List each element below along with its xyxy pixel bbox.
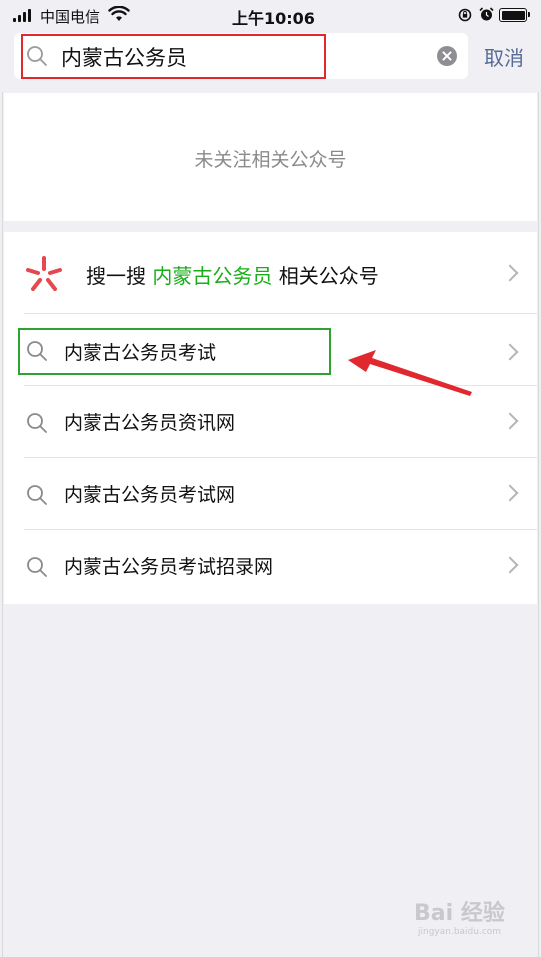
followed-accounts-card: 未关注相关公众号 — [4, 93, 537, 221]
suggestion-label: 内蒙古公务员资讯网 — [64, 412, 236, 434]
suggestion-item[interactable]: 内蒙古公务员资讯网 — [4, 386, 537, 458]
chevron-right-icon — [501, 343, 519, 361]
clear-search-icon[interactable] — [437, 46, 457, 66]
chevron-right-icon — [501, 556, 519, 574]
search-icon — [27, 485, 47, 505]
carrier-name: 中国电信 — [40, 8, 101, 26]
suggestion-label: 内蒙古公务员考试网 — [64, 484, 236, 506]
search-icon — [27, 413, 47, 433]
sousou-suffix: 相关公众号 — [278, 264, 379, 288]
watermark-url-text: jingyan.baidu.com — [418, 927, 502, 937]
sousou-keyword: 内蒙古公务员 — [152, 264, 273, 288]
clock: 上午10:06 — [232, 9, 315, 28]
status-bar: 中国电信 上午10:06 — [0, 0, 541, 30]
chevron-right-icon — [501, 264, 519, 282]
sousou-row[interactable]: 搜一搜 内蒙古公务员 相关公众号 — [4, 232, 537, 314]
sousou-label: 搜一搜 内蒙古公务员 相关公众号 — [86, 260, 379, 289]
suggestion-item[interactable]: 内蒙古公务员考试网 — [4, 458, 537, 530]
search-input[interactable]: 内蒙古公务员 — [14, 33, 468, 79]
search-query-text[interactable]: 内蒙古公务员 — [61, 42, 187, 72]
baidu-jingyan-watermark: Bai 经验 jingyan.baidu.com — [414, 895, 524, 943]
search-suggestions-list: 搜一搜 内蒙古公务员 相关公众号 内蒙古公务员考试 内蒙古公务员资讯网 内蒙古公… — [4, 232, 537, 604]
search-icon — [27, 46, 47, 66]
search-icon — [27, 341, 47, 361]
suggestion-item[interactable]: 内蒙古公务员考试 — [4, 314, 537, 386]
suggestion-label: 内蒙古公务员考试 — [64, 342, 217, 364]
sousou-prefix: 搜一搜 — [86, 264, 146, 288]
watermark-main-text: Bai 经验 — [414, 901, 505, 926]
suggestion-item[interactable]: 内蒙古公务员考试招录网 — [4, 530, 537, 602]
chevron-right-icon — [501, 484, 519, 502]
rotation-lock-icon — [458, 8, 472, 22]
suggestion-label: 内蒙古公务员考试招录网 — [64, 556, 274, 578]
no-followed-accounts-message: 未关注相关公众号 — [194, 149, 347, 171]
wifi-icon — [108, 6, 130, 21]
chevron-right-icon — [501, 412, 519, 430]
signal-strength-icon — [13, 9, 35, 22]
search-header: 内蒙古公务员 取消 — [0, 30, 541, 92]
search-icon — [27, 557, 47, 577]
alarm-icon — [479, 7, 494, 21]
cancel-button[interactable]: 取消 — [484, 42, 524, 71]
battery-icon — [499, 8, 530, 22]
sousou-logo-icon — [26, 256, 62, 291]
